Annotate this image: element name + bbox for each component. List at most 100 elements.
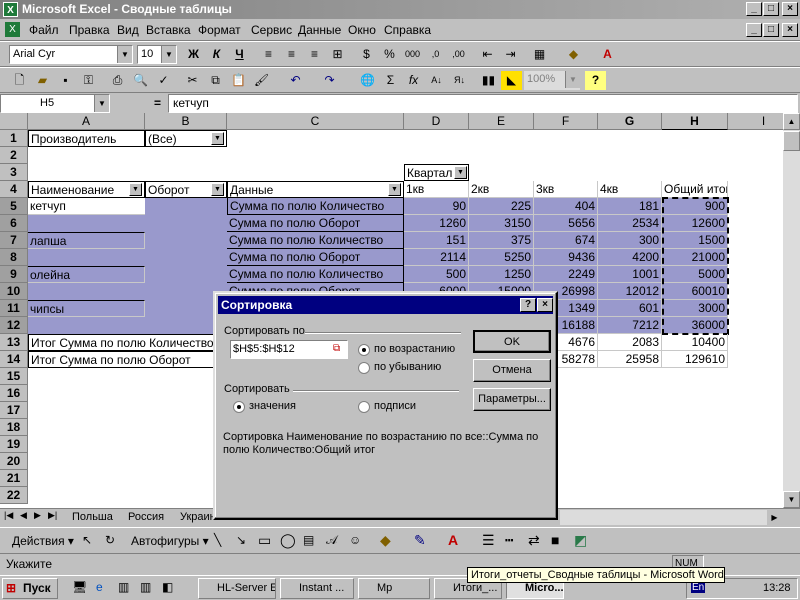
cell-a13[interactable]: Итог Сумма по полю Количество <box>28 334 227 351</box>
cell-g5[interactable]: 181 <box>598 198 662 215</box>
column-header-f[interactable]: F <box>534 113 598 130</box>
row-header[interactable]: 2 <box>0 147 28 164</box>
cell-a11[interactable]: чипсы <box>28 300 145 317</box>
chevron-down-icon[interactable]: ▼ <box>161 46 176 63</box>
chevron-down-icon[interactable]: ▼ <box>117 46 132 63</box>
font-name-combo[interactable]: Arial Cyr ▼ <box>9 45 133 64</box>
menu-data[interactable]: Данные <box>298 23 341 37</box>
cell-g11[interactable]: 601 <box>598 300 662 317</box>
cell-e4[interactable]: 2кв <box>469 181 534 198</box>
arrow-icon[interactable]: ↘ <box>236 533 246 547</box>
cell-g4[interactable]: 4кв <box>598 181 662 198</box>
start-button[interactable]: ⊞ Пуск <box>2 578 58 599</box>
cell-h4[interactable]: Общий итог <box>662 181 728 198</box>
row-header[interactable]: 11 <box>0 300 28 317</box>
select-objects-icon[interactable]: ↖ <box>82 533 92 547</box>
cell-c9[interactable]: Сумма по полю Количество <box>227 266 404 283</box>
row-field-dropdown-icon[interactable]: ▼ <box>129 183 142 196</box>
name-box[interactable]: H5 ▼ <box>0 94 110 113</box>
cell-d4[interactable]: 1кв <box>404 181 469 198</box>
oval-icon[interactable]: ◯ <box>280 532 296 549</box>
column-header-b[interactable]: B <box>145 113 227 130</box>
column-header-e[interactable]: E <box>469 113 534 130</box>
quicklaunch-desktop-icon[interactable]: 🖥 <box>72 580 87 594</box>
cell-a4[interactable]: Наименование <box>28 181 145 198</box>
row-header[interactable]: 15 <box>0 368 28 385</box>
line-color-icon[interactable]: ✎ <box>414 532 426 549</box>
function-button[interactable]: fx <box>403 71 424 90</box>
column-header-g[interactable]: G <box>598 113 662 130</box>
paste-icon[interactable]: 📋 <box>228 71 249 90</box>
menu-format[interactable]: Формат <box>198 23 241 37</box>
cell-e9[interactable]: 1250 <box>469 266 534 283</box>
menu-view[interactable]: Вид <box>117 23 139 37</box>
help-button[interactable]: ? <box>585 71 606 90</box>
font-color-icon[interactable]: A <box>448 532 458 548</box>
dialog-help-button[interactable]: ? <box>520 298 536 312</box>
print-icon[interactable]: ⎙ <box>107 71 128 90</box>
cell-g13[interactable]: 2083 <box>598 334 662 351</box>
cell-c6[interactable]: Сумма по полю Оборот <box>227 215 404 232</box>
cell-a1[interactable]: Производитель <box>28 130 145 147</box>
permission-icon[interactable]: ⚿ <box>78 71 99 90</box>
horizontal-scrollbar[interactable]: ▶ <box>560 510 782 525</box>
scroll-thumb[interactable] <box>783 131 800 151</box>
hyperlink-icon[interactable]: 🌐 <box>357 71 378 90</box>
column-header-c[interactable]: C <box>227 113 404 130</box>
dialog-title-bar[interactable]: Сортировка ? × <box>218 296 553 314</box>
wordart-icon[interactable]: 𝒜 <box>326 533 337 548</box>
chevron-down-icon[interactable]: ▼ <box>565 71 580 88</box>
taskbar-task[interactable]: Instant ... <box>280 578 354 599</box>
cell-c5[interactable]: Сумма по полю Количество <box>227 198 404 215</box>
spelling-icon[interactable]: ✓ <box>153 71 174 90</box>
values-radio[interactable] <box>233 401 245 413</box>
thousands-separator-button[interactable]: 000 <box>402 45 423 64</box>
borders-icon[interactable]: ▦ <box>529 45 550 64</box>
increase-indent-icon[interactable]: ⇥ <box>500 45 521 64</box>
cell-f8[interactable]: 9436 <box>534 249 598 266</box>
align-left-icon[interactable]: ≡ <box>258 45 279 64</box>
autoshapes-menu[interactable]: Автофигуры ▾ <box>131 534 209 548</box>
cell-c7[interactable]: Сумма по полю Количество <box>227 232 404 249</box>
cell-a5[interactable]: кетчуп <box>28 198 145 215</box>
increase-decimal-button[interactable]: ,0 <box>425 45 446 64</box>
quicklaunch-ie-icon[interactable]: e <box>96 580 103 594</box>
doc-restore-button[interactable]: □ <box>763 23 779 37</box>
formula-input[interactable]: кетчуп <box>168 94 798 113</box>
minimize-button[interactable]: _ <box>746 2 762 16</box>
merge-center-icon[interactable]: ⊞ <box>327 45 348 64</box>
select-all-corner[interactable] <box>0 113 28 130</box>
tab-last-icon[interactable]: ▶| <box>48 510 57 521</box>
percent-button[interactable]: % <box>379 45 400 64</box>
tab-prev-icon[interactable]: ◀ <box>20 510 27 521</box>
cell-d6[interactable]: 1260 <box>404 215 469 232</box>
3d-icon[interactable]: ◩ <box>574 532 587 549</box>
cell-f4[interactable]: 3кв <box>534 181 598 198</box>
decrease-decimal-button[interactable]: ,00 <box>448 45 469 64</box>
bold-button[interactable]: Ж <box>183 45 204 64</box>
cell-g9[interactable]: 1001 <box>598 266 662 283</box>
cell-c4[interactable]: Данные <box>227 181 404 198</box>
sheet-tab-russia[interactable]: Россия <box>124 510 168 525</box>
row-header[interactable]: 9 <box>0 266 28 283</box>
rectangle-icon[interactable]: ▭ <box>258 532 271 549</box>
row-header[interactable]: 5 <box>0 198 28 215</box>
menu-window[interactable]: Окно <box>348 23 376 37</box>
descending-radio[interactable] <box>358 362 370 374</box>
currency-icon[interactable]: $ <box>356 45 377 64</box>
row-header[interactable]: 7 <box>0 232 28 249</box>
format-painter-icon[interactable]: 🖌 <box>251 71 272 90</box>
cut-icon[interactable]: ✂ <box>182 71 203 90</box>
page-field-dropdown-icon[interactable]: ▼ <box>211 132 224 145</box>
options-button[interactable]: Параметры... <box>473 388 551 411</box>
redo-icon[interactable]: ↷ <box>319 71 340 90</box>
cancel-button[interactable]: Отмена <box>473 359 551 382</box>
menu-file[interactable]: Файл <box>29 23 59 37</box>
sort-range-input[interactable]: $H$5:$H$12 <box>230 340 348 359</box>
row-header[interactable]: 17 <box>0 402 28 419</box>
cell-d9[interactable]: 500 <box>404 266 469 283</box>
clipart-icon[interactable]: ☺ <box>349 533 361 547</box>
cell-e7[interactable]: 375 <box>469 232 534 249</box>
tab-first-icon[interactable]: |◀ <box>4 510 13 521</box>
chevron-down-icon[interactable]: ▼ <box>94 95 109 112</box>
